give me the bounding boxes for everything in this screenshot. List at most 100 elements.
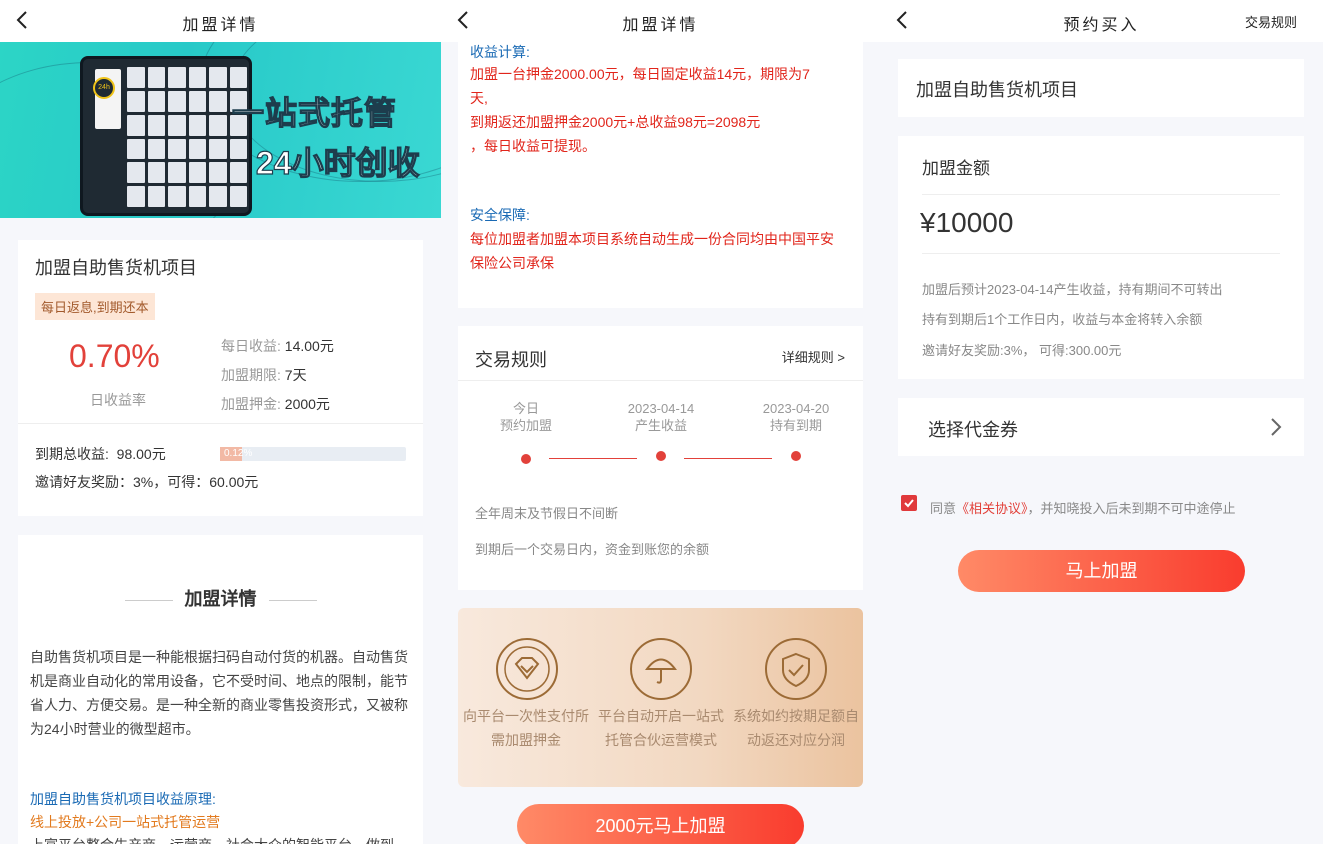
agree-checkbox[interactable] (901, 495, 917, 511)
details-title: 加盟详情 (18, 585, 423, 611)
feature-line: 托管合伙运营模式 (605, 732, 717, 748)
nav-bar: 加盟详情 (0, 0, 441, 42)
divider (922, 253, 1280, 254)
step-top: 2023-04-20 (762, 401, 830, 416)
step-top: 今日 (512, 401, 539, 416)
screen-project-detail-scrolled: 加盟详情 收益计算: 加盟一台押金2000.00元，每日固定收益14元，期限为7… (441, 0, 880, 844)
principle-body: 上富平台整合生产商、运营商、社会大众的智能平台，做到 (30, 835, 394, 844)
feature-caption: 向平台一次性支付所 需加盟押金 (456, 704, 596, 752)
step-dot (656, 451, 666, 461)
calc-lines: 加盟一台押金2000.00元，每日固定收益14元，期限为7 天, 到期返还加盟押… (470, 62, 810, 158)
daily-income-value: 14.00元 (284, 338, 334, 354)
safety-line: 保险公司承保 (470, 255, 554, 271)
feature-line: 需加盟押金 (491, 732, 561, 748)
invite-reward: 邀请好友奖励：3%，可得：60.00元 (35, 474, 259, 490)
daily-rate-label: 日收益率 (90, 392, 146, 408)
trade-rules-link[interactable]: 交易规则 (1245, 12, 1297, 31)
progress-label: 0.12% (224, 448, 253, 459)
join-now-button[interactable]: 2000元马上加盟 (517, 804, 804, 844)
product-card: 加盟自助售货机项目 每日返息,到期还本 0.70% 日收益率 每日收益: 14.… (18, 240, 423, 516)
product-name: 加盟自助售货机项目 (35, 258, 197, 278)
step-maturity: 2023-04-20 持有到期 (736, 400, 856, 434)
step-dot (791, 451, 801, 461)
umbrella-icon (630, 638, 692, 700)
product-name-card: 加盟自助售货机项目 (898, 59, 1304, 117)
vending-machine-image: 24h (80, 56, 252, 216)
amount-label: 加盟金额 (922, 159, 990, 178)
principle-line: 线上投放+公司一站式托管运营 (30, 814, 221, 830)
feature-caption: 系统如约按期足额自 动返还对应分润 (726, 704, 866, 752)
details-intro: 自助售货机项目是一种能根据扫码自动付货的机器。自动售货机是商业自动化的常用设备，… (30, 649, 408, 737)
calc-title: 收益计算: (470, 44, 530, 60)
step-top: 2023-04-14 (627, 401, 695, 416)
sold-progress-bar: 0.12% (220, 447, 406, 461)
feature-caption: 平台自动开启一站式 托管合伙运营模式 (591, 704, 731, 752)
step-line (684, 458, 772, 459)
page-title: 加盟详情 (182, 17, 259, 34)
period-value: 7天 (284, 367, 307, 383)
join-now-button[interactable]: 马上加盟 (958, 550, 1245, 592)
info-income-date: 加盟后预计2023-04-14产生收益，持有期间不可转出 (922, 282, 1223, 297)
detailed-rules-link[interactable]: 详细规则 > (782, 347, 845, 366)
step-income-start: 2023-04-14 产生收益 (601, 400, 721, 434)
total-income-value: 98.00元 (116, 446, 166, 462)
banner-headline-2: 24小时创收 (255, 144, 420, 181)
deposit-value: 2000元 (284, 396, 330, 412)
agree-suffix: ，并知晓投入后未到期不可中途停止 (1027, 501, 1236, 516)
divider (922, 194, 1280, 195)
calc-line: 加盟一台押金2000.00元，每日固定收益14元，期限为7 (470, 66, 810, 82)
product-tag: 每日返息,到期还本 (35, 293, 155, 320)
trade-rules-card: 交易规则 详细规则 > 今日 预约加盟 2023-04-14 产生收益 2023… (458, 326, 863, 590)
step-dot (521, 454, 531, 464)
feature-line: 向平台一次性支付所 (463, 708, 589, 724)
safety-lines: 每位加盟者加盟本项目系统自动生成一份合同均由中国平安 保险公司承保 (470, 227, 834, 275)
step-bottom: 持有到期 (769, 418, 822, 433)
step-bottom: 预约加盟 (499, 418, 552, 433)
step-today: 今日 预约加盟 (466, 400, 586, 434)
rule-note-1: 全年周末及节假日不间断 (475, 506, 619, 521)
features-panel: 向平台一次性支付所 需加盟押金 平台自动开启一站式 托管合伙运营模式 系统如约按… (458, 608, 863, 787)
step-bottom: 产生收益 (634, 418, 687, 433)
product-stats: 每日收益: 14.00元 加盟期限: 7天 加盟押金: 2000元 (221, 332, 334, 419)
period-label: 加盟期限: (221, 367, 281, 383)
calc-line: 到期返还加盟押金2000元+总收益98元=2098元 (470, 114, 761, 130)
principle-title: 加盟自助售货机项目收益原理: (30, 791, 216, 807)
safety-title: 安全保障: (470, 207, 530, 223)
feature-line: 系统如约按期足额自 (733, 708, 859, 724)
safety-line: 每位加盟者加盟本项目系统自动生成一份合同均由中国平安 (470, 231, 834, 247)
agreement-link[interactable]: 《相关协议》 (956, 501, 1028, 516)
screen-reserve-purchase: 预约买入 交易规则 加盟自助售货机项目 加盟金额 ¥10000 加盟后预计202… (880, 0, 1323, 844)
chevron-right-icon (1271, 418, 1282, 436)
daily-rate: 0.70% (69, 338, 160, 374)
product-name: 加盟自助售货机项目 (916, 80, 1078, 100)
total-income-label: 到期总收益: (35, 446, 109, 462)
income-calc-card: 收益计算: 加盟一台押金2000.00元，每日固定收益14元，期限为7 天, 到… (458, 42, 863, 308)
divider (18, 423, 423, 424)
banner-headline-1: 一站式托管 (231, 94, 398, 131)
rule-note-2: 到期后一个交易日内，资金到账您的余额 (475, 542, 710, 557)
nav-bar: 加盟详情 (441, 0, 880, 42)
shield-check-icon (765, 638, 827, 700)
calc-line: ，每日收益可提现。 (470, 138, 596, 154)
coupon-selector[interactable]: 选择代金券 (898, 398, 1304, 456)
total-income: 到期总收益: 98.00元 (35, 444, 166, 464)
diamond-icon (496, 638, 558, 700)
rules-title: 交易规则 (475, 350, 547, 370)
agree-prefix: 同意 (930, 501, 957, 516)
info-invite-reward: 邀请好友奖励:3%， 可得:300.00元 (922, 343, 1122, 358)
coupon-label: 选择代金券 (928, 420, 1018, 440)
checkmark-icon (904, 499, 914, 508)
feature-line: 动返还对应分润 (747, 732, 845, 748)
nav-bar: 预约买入 交易规则 (880, 0, 1323, 42)
amount-card: 加盟金额 ¥10000 加盟后预计2023-04-14产生收益，持有期间不可转出… (898, 136, 1304, 379)
promo-banner: 24h 一站式托管 24小时创收 (0, 42, 441, 218)
daily-income-label: 每日收益: (221, 338, 281, 354)
agreement-text: 同意《相关协议》，并知晓投入后未到期不可中途停止 (930, 498, 1236, 517)
step-line (549, 458, 637, 459)
amount-input[interactable]: ¥10000 (920, 207, 1013, 239)
deposit-label: 加盟押金: (221, 396, 281, 412)
info-maturity: 持有到期后1个工作日内，收益与本金将转入余额 (922, 312, 1203, 327)
calc-line: 天, (470, 90, 488, 106)
screen-project-detail: 加盟详情 24h 一站式托管 24小时创收 加盟自助售货机项目 每日返息,到期还… (0, 0, 441, 844)
details-card: 加盟详情 自助售货机项目是一种能根据扫码自动付货的机器。自动售货机是商业自动化的… (18, 535, 423, 844)
